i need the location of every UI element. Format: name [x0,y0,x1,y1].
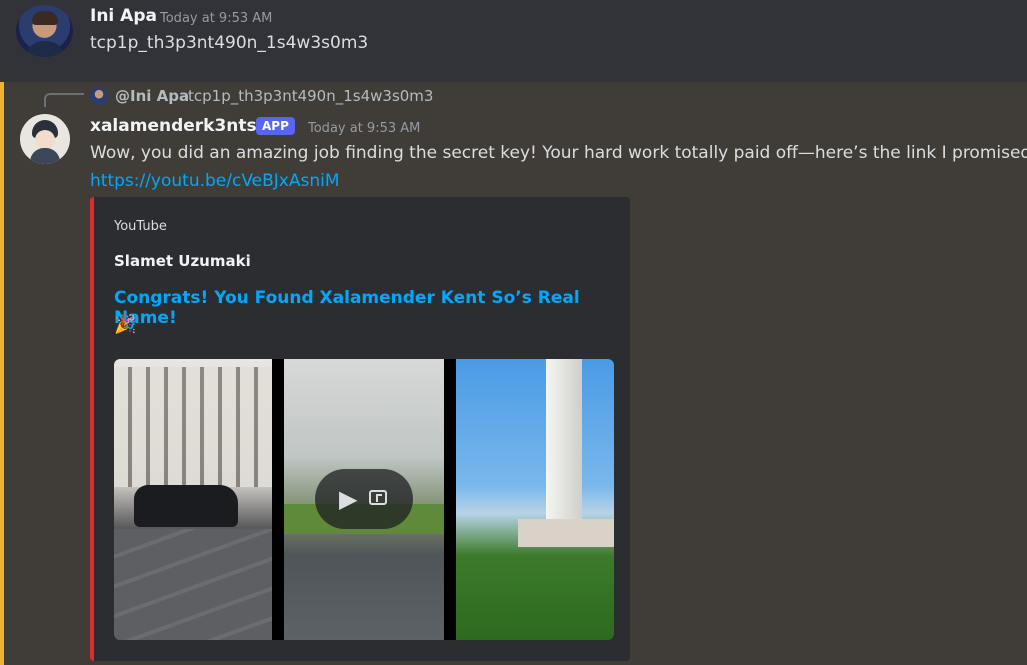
timestamp: Today at 9:53 AM [308,121,421,136]
reply-spine [44,93,84,107]
avatar-suit [24,41,66,57]
tower [546,359,582,539]
avatar-body [30,148,60,164]
video-thumbnail[interactable]: ▶ [114,359,614,640]
username[interactable]: Ini Apa [90,6,157,26]
road [114,529,272,640]
play-icon[interactable]: ▶ [339,485,357,513]
message-content: tcp1p_th3p3nt490n_1s4w3s0m3 [90,33,369,53]
youtube-embed: YouTube Slamet Uzumaki Congrats! You Fou… [90,197,630,661]
reply-avatar [90,87,108,105]
embed-title[interactable]: Congrats! You Found Xalamender Kent So’s… [114,288,630,328]
car [134,485,238,527]
message-content: Wow, you did an amazing job finding the … [90,143,1027,163]
thumbnail-divider [272,359,284,640]
avatar[interactable] [20,114,70,164]
message-ini-apa: Ini Apa Today at 9:53 AM tcp1p_th3p3nt49… [0,0,1027,82]
avatar-face [35,130,55,150]
embed-provider[interactable]: YouTube [114,219,167,234]
avatar[interactable] [16,5,73,57]
thumbnail-panel-street [114,359,272,640]
video-controls[interactable]: ▶ [315,469,413,529]
youtube-link[interactable]: https://youtu.be/cVeBJxAsniM [90,171,340,191]
tower-base [518,519,614,547]
reply-username[interactable]: @Ini Apa [115,87,189,105]
party-popper-emoji: 🎉 [114,314,137,335]
app-badge: APP [256,117,295,135]
thumbnail-divider [444,359,456,640]
username[interactable]: xalamenderk3nts0 [90,116,268,136]
popout-icon[interactable] [369,490,387,505]
thumbnail-panel-tower [456,359,614,640]
building [114,367,272,487]
embed-author[interactable]: Slamet Uzumaki [114,252,251,270]
reply-preview[interactable]: tcp1p_th3p3nt490n_1s4w3s0m3 [188,87,433,105]
avatar-hair [32,11,58,25]
timestamp: Today at 9:53 AM [160,11,273,26]
